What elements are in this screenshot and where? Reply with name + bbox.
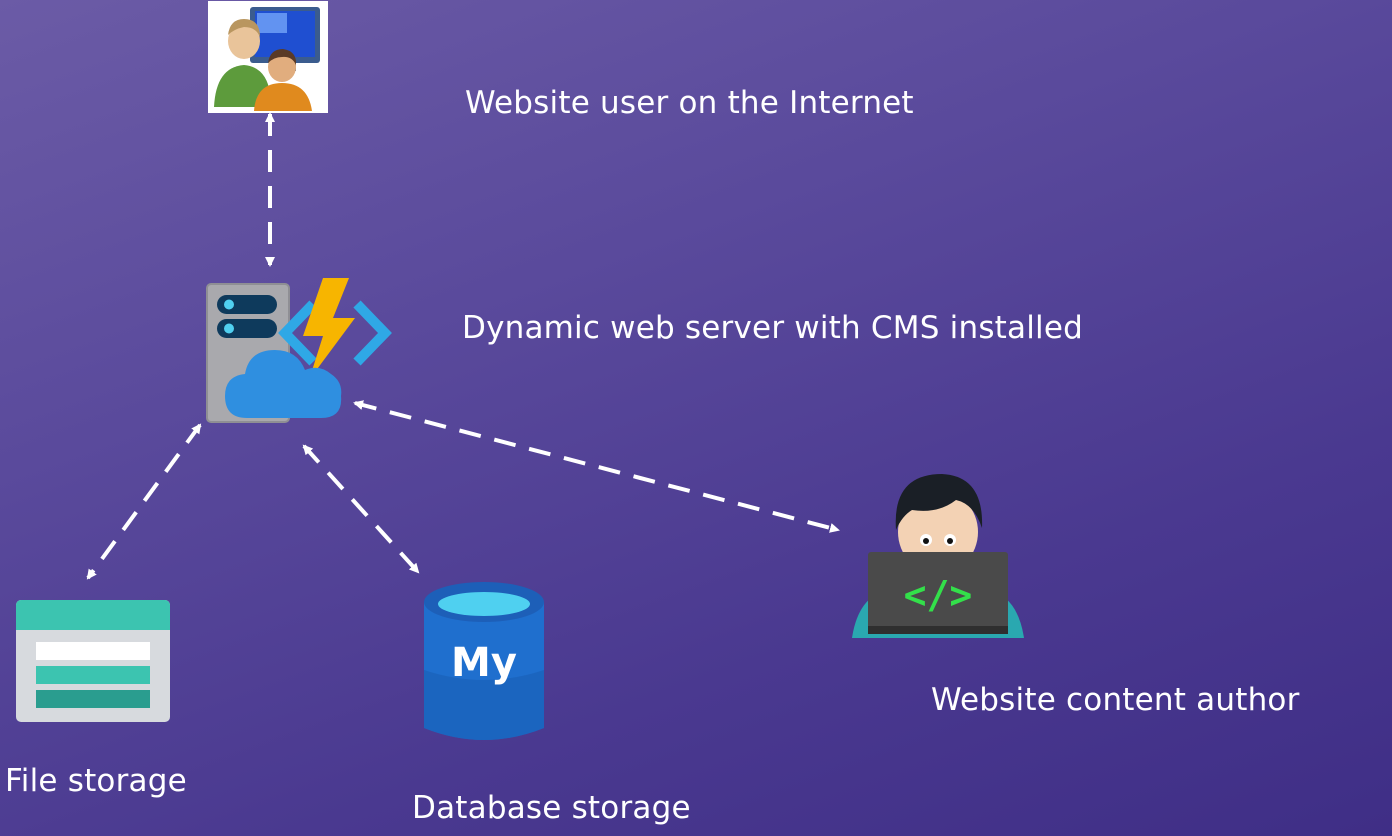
users-computer-icon bbox=[208, 1, 328, 113]
connector-server-author bbox=[353, 400, 840, 533]
file-storage-icon bbox=[16, 600, 170, 722]
label-content-author: Website content author bbox=[931, 682, 1300, 718]
database-icon-label: My bbox=[451, 640, 517, 686]
diagram-canvas: My </> Website user on the Internet Dyna… bbox=[0, 0, 1392, 836]
label-web-server: Dynamic web server with CMS installed bbox=[462, 310, 1083, 346]
azure-function-server-icon bbox=[205, 278, 395, 426]
connector-server-file-storage bbox=[86, 423, 202, 580]
label-website-user: Website user on the Internet bbox=[465, 85, 914, 121]
developer-laptop-icon: </> bbox=[852, 470, 1024, 640]
label-file-storage: File storage bbox=[5, 763, 187, 799]
connector-server-database bbox=[302, 444, 420, 574]
code-icon-label: </> bbox=[904, 573, 973, 617]
mysql-database-icon: My bbox=[418, 580, 550, 750]
label-database-storage: Database storage bbox=[412, 790, 691, 826]
